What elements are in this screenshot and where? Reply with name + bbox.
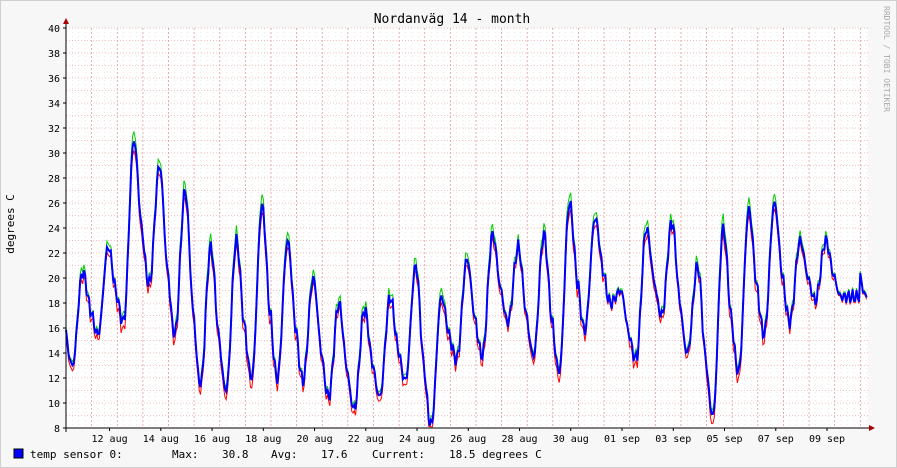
legend-swatch-avg <box>13 448 24 459</box>
x-tick-label: 03 sep <box>655 434 691 445</box>
chart-title: Nordanväg 14 - month <box>374 12 531 27</box>
y-axis-label: degrees C <box>4 194 17 254</box>
x-tick-label: 05 sep <box>706 434 742 445</box>
x-tick-label: 30 aug <box>553 434 589 445</box>
x-tick-label: 16 aug <box>194 434 230 445</box>
x-tick-label: 18 aug <box>245 434 281 445</box>
y-tick-label: 12 <box>48 374 60 385</box>
legend-max-value: 30.8 <box>222 448 249 461</box>
temperature-chart: Nordanväg 14 - month degrees C RRDTOOL /… <box>0 0 897 468</box>
y-tick-label: 38 <box>48 49 60 60</box>
x-tick-label: 14 aug <box>143 434 179 445</box>
y-tick-label: 40 <box>48 24 60 35</box>
y-tick-label: 18 <box>48 299 60 310</box>
x-tick-label: 01 sep <box>604 434 640 445</box>
x-tick-label: 28 aug <box>501 434 537 445</box>
legend-max-label: Max: <box>172 448 199 461</box>
legend-current-label: Current: <box>372 448 425 461</box>
legend: temp sensor 0: Max: 30.8 Avg: 17.6 Curre… <box>13 448 542 461</box>
legend-current-value: 18.5 degrees C <box>449 448 542 461</box>
plot-area: 8 10 12 14 16 18 20 22 24 26 28 30 32 34 36 38 40 12 aug… <box>48 18 875 445</box>
x-tick-label: 09 sep <box>809 434 845 445</box>
y-tick-label: 16 <box>48 324 60 335</box>
y-tick-label: 20 <box>48 274 60 285</box>
y-tick-label: 30 <box>48 149 60 160</box>
x-tick-label: 26 aug <box>450 434 486 445</box>
x-tick-label: 12 aug <box>91 434 127 445</box>
watermark: RRDTOOL / TOBI OETIKER <box>882 6 891 112</box>
y-tick-label: 10 <box>48 399 60 410</box>
x-tick-label: 20 aug <box>296 434 332 445</box>
y-tick-label: 36 <box>48 74 60 85</box>
x-tick-labels: 12 aug 14 aug 16 aug 18 aug 20 aug 22 aug 24 a… <box>91 434 845 445</box>
y-tick-label: 28 <box>48 174 60 185</box>
legend-series-name: temp sensor 0: <box>30 448 123 461</box>
legend-avg-label: Avg: <box>271 448 298 461</box>
y-tick-label: 34 <box>48 99 60 110</box>
x-tick-label: 07 sep <box>758 434 794 445</box>
y-tick-label: 26 <box>48 199 60 210</box>
x-tick-label: 22 aug <box>348 434 384 445</box>
y-tick-label: 22 <box>48 249 60 260</box>
y-tick-label: 14 <box>48 349 60 360</box>
y-tick-label: 24 <box>48 224 60 235</box>
x-tick-label: 24 aug <box>399 434 435 445</box>
y-tick-label: 32 <box>48 124 60 135</box>
y-tick-label: 8 <box>54 424 60 435</box>
legend-avg-value: 17.6 <box>321 448 348 461</box>
